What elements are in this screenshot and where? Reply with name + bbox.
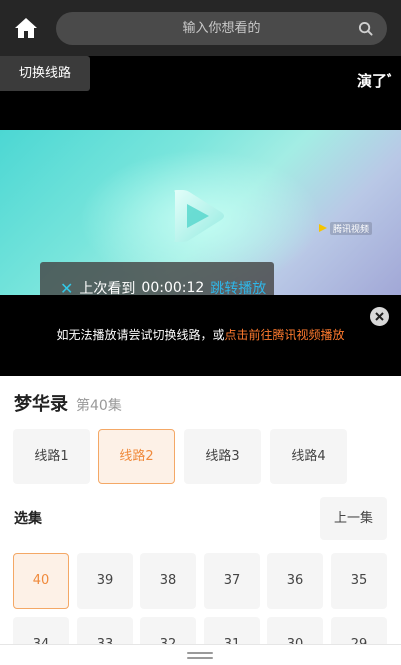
route-1-button[interactable]: 线路1 — [13, 429, 90, 484]
episodes-label: 选集 — [14, 511, 42, 527]
drag-handle-icon[interactable] — [187, 652, 213, 660]
video-player[interactable]: 切换线路 演了ﾞ 腾讯视频 ✕ 上次看到 00:00:12 跳转播放 如无法播放… — [0, 56, 401, 376]
episode-button[interactable]: 36 — [267, 553, 323, 609]
search-placeholder: 输入你想看的 — [182, 21, 261, 36]
home-icon — [15, 18, 37, 38]
top-bar: 输入你想看的 — [0, 0, 401, 56]
episode-button[interactable]: 37 — [204, 553, 260, 609]
show-title: 梦华录 第40集 — [14, 390, 122, 416]
marquee-text: 演了ﾞ — [357, 72, 395, 90]
tencent-video-logo: 腾讯视频 — [318, 221, 373, 235]
bottom-bar — [0, 644, 401, 665]
route-3-button[interactable]: 线路3 — [184, 429, 261, 484]
play-logo-icon — [174, 190, 224, 242]
playback-tip: 如无法播放请尝试切换线路，或点击前往腾讯视频播放 — [0, 295, 401, 376]
current-episode: 第40集 — [76, 398, 122, 414]
episode-button[interactable]: 39 — [77, 553, 133, 609]
search-input[interactable]: 输入你想看的 — [56, 12, 387, 45]
episode-button[interactable]: 40 — [13, 553, 69, 609]
switch-line-button[interactable]: 切换线路 — [0, 56, 90, 91]
tip-text: 如无法播放请尝试切换线路，或点击前往腾讯视频播放 — [0, 326, 401, 343]
search-icon[interactable] — [358, 21, 373, 36]
episode-button[interactable]: 38 — [140, 553, 196, 609]
episode-button[interactable]: 35 — [331, 553, 387, 609]
resume-time: 00:00:12 — [141, 280, 205, 296]
tip-message: 如无法播放请尝试切换线路，或 — [56, 328, 225, 342]
close-circle-icon[interactable] — [370, 307, 389, 326]
show-name: 梦华录 — [14, 394, 68, 415]
home-button[interactable] — [12, 14, 40, 42]
route-2-button[interactable]: 线路2 — [98, 429, 175, 484]
tencent-video-link[interactable]: 点击前往腾讯视频播放 — [225, 328, 345, 342]
prev-episode-button[interactable]: 上一集 — [320, 497, 387, 540]
route-4-button[interactable]: 线路4 — [270, 429, 347, 484]
